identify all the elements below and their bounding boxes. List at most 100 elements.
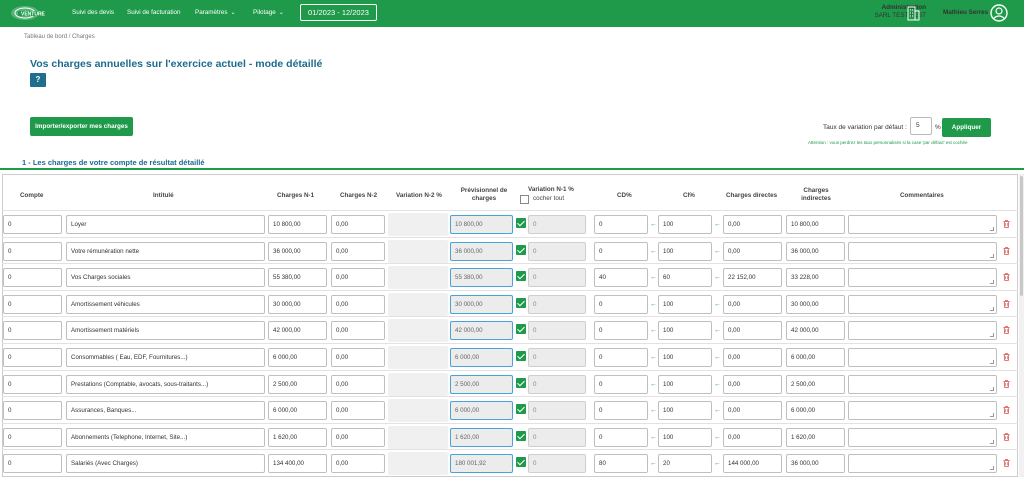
charges-indirectes-input[interactable]: 10 800,00 [786,215,845,234]
default-rate-checkbox[interactable] [516,378,526,388]
variation-n1-input[interactable]: 0 [528,348,586,367]
compte-input[interactable]: 0 [3,375,62,394]
arrow-left-icon[interactable]: ← [714,460,721,467]
previsionnel-input[interactable]: 1 620,00 [450,428,513,447]
charges-indirectes-input[interactable]: 1 620,00 [786,428,845,447]
ci-input[interactable]: 100 [658,295,712,314]
ci-input[interactable]: 100 [658,428,712,447]
compte-input[interactable]: 0 [3,215,62,234]
previsionnel-input[interactable]: 55 380,00 [450,268,513,287]
intitule-input[interactable]: Salariés (Avec Charges) [66,454,265,473]
resize-handle-icon[interactable] [990,333,994,337]
charges-directes-input[interactable]: 0,00 [723,321,782,340]
charges-directes-input[interactable]: 0,00 [723,401,782,420]
arrow-left-icon[interactable]: ← [714,274,721,281]
variation-n1-input[interactable]: 0 [528,295,586,314]
cd-input[interactable]: 40 [594,268,648,287]
resize-handle-icon[interactable] [990,254,994,258]
charges-directes-input[interactable]: 22 152,00 [723,268,782,287]
arrow-left-icon[interactable]: ← [650,221,657,228]
arrow-left-icon[interactable]: ← [650,301,657,308]
cd-input[interactable]: 0 [594,348,648,367]
ci-input[interactable]: 20 [658,454,712,473]
variation-input[interactable]: 5 [910,117,932,135]
trash-icon[interactable] [1003,247,1010,255]
charges-n2-input[interactable]: 0,00 [331,401,385,420]
check-all-checkbox[interactable] [520,195,529,204]
previsionnel-input[interactable]: 6 000,00 [450,348,513,367]
charges-n1-input[interactable]: 10 800,00 [268,215,327,234]
ci-input[interactable]: 100 [658,401,712,420]
resize-handle-icon[interactable] [990,440,994,444]
commentaire-textarea[interactable] [848,375,997,394]
arrow-left-icon[interactable]: ← [714,381,721,388]
charges-n2-input[interactable]: 0,00 [331,242,385,261]
charges-n1-input[interactable]: 36 000,00 [268,242,327,261]
previsionnel-input[interactable]: 36 000,00 [450,242,513,261]
charges-indirectes-input[interactable]: 36 000,00 [786,454,845,473]
commentaire-textarea[interactable] [848,321,997,340]
nav-suivi-devis[interactable]: Suivi des devis [72,9,114,16]
charges-directes-input[interactable]: 0,00 [723,428,782,447]
commentaire-textarea[interactable] [848,268,997,287]
trash-icon[interactable] [1003,406,1010,414]
building-icon[interactable] [906,6,920,21]
default-rate-checkbox[interactable] [516,431,526,441]
arrow-left-icon[interactable]: ← [650,327,657,334]
variation-n1-input[interactable]: 0 [528,268,586,287]
compte-input[interactable]: 0 [3,401,62,420]
default-rate-checkbox[interactable] [516,404,526,414]
default-rate-checkbox[interactable] [516,324,526,334]
import-export-button[interactable]: Importer/exporter mes charges [30,117,133,136]
resize-handle-icon[interactable] [990,387,994,391]
cd-input[interactable]: 0 [594,428,648,447]
charges-indirectes-input[interactable]: 6 000,00 [786,401,845,420]
variation-n1-input[interactable]: 0 [528,401,586,420]
arrow-left-icon[interactable]: ← [650,381,657,388]
variation-n1-input[interactable]: 0 [528,454,586,473]
default-rate-checkbox[interactable] [516,218,526,228]
arrow-left-icon[interactable]: ← [714,434,721,441]
apply-button[interactable]: Appliquer [942,118,991,137]
arrow-left-icon[interactable]: ← [714,407,721,414]
variation-n1-input[interactable]: 0 [528,428,586,447]
trash-icon[interactable] [1003,300,1010,308]
charges-n1-input[interactable]: 6 000,00 [268,401,327,420]
charges-indirectes-input[interactable]: 6 000,00 [786,348,845,367]
cd-input[interactable]: 0 [594,242,648,261]
intitule-input[interactable]: Assurances, Banques... [66,401,265,420]
resize-handle-icon[interactable] [990,466,994,470]
charges-n1-input[interactable]: 42 000,00 [268,321,327,340]
charges-directes-input[interactable]: 0,00 [723,295,782,314]
default-rate-checkbox[interactable] [516,298,526,308]
charges-n1-input[interactable]: 134 400,00 [268,454,327,473]
commentaire-textarea[interactable] [848,242,997,261]
commentaire-textarea[interactable] [848,428,997,447]
cd-input[interactable]: 0 [594,215,648,234]
default-rate-checkbox[interactable] [516,351,526,361]
charges-n1-input[interactable]: 2 500,00 [268,375,327,394]
charges-indirectes-input[interactable]: 42 000,00 [786,321,845,340]
trash-icon[interactable] [1003,353,1010,361]
resize-handle-icon[interactable] [990,360,994,364]
nav-suivi-facturation[interactable]: Suivi de facturation [127,9,181,16]
charges-n1-input[interactable]: 1 620,00 [268,428,327,447]
resize-handle-icon[interactable] [990,280,994,284]
charges-n2-input[interactable]: 0,00 [331,268,385,287]
arrow-left-icon[interactable]: ← [650,248,657,255]
commentaire-textarea[interactable] [848,295,997,314]
variation-n1-input[interactable]: 0 [528,375,586,394]
arrow-left-icon[interactable]: ← [650,460,657,467]
user-avatar-icon[interactable] [990,4,1008,22]
charges-indirectes-input[interactable]: 30 000,00 [786,295,845,314]
charges-n2-input[interactable]: 0,00 [331,454,385,473]
compte-input[interactable]: 0 [3,268,62,287]
cd-input[interactable]: 0 [594,321,648,340]
charges-indirectes-input[interactable]: 33 228,00 [786,268,845,287]
commentaire-textarea[interactable] [848,454,997,473]
nav-parametres[interactable]: Paramètres ⌄ [195,9,236,16]
period-selector[interactable]: 01/2023 - 12/2023 [300,4,377,21]
previsionnel-input[interactable]: 42 000,00 [450,321,513,340]
trash-icon[interactable] [1003,459,1010,467]
charges-n1-input[interactable]: 6 000,00 [268,348,327,367]
